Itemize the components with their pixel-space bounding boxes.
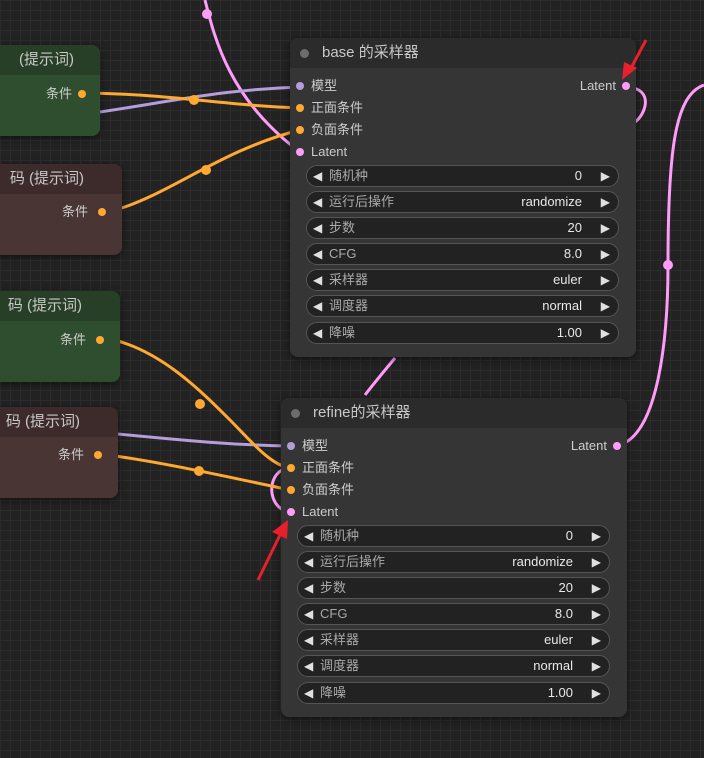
refine-input-positive-dot[interactable] <box>287 464 295 472</box>
decrement-arrow-icon[interactable]: ◀ <box>304 526 313 546</box>
decrement-arrow-icon[interactable]: ◀ <box>304 578 313 598</box>
decrement-arrow-icon[interactable]: ◀ <box>313 218 322 238</box>
latent-wire-top <box>203 0 301 154</box>
left-node-1-output-dot[interactable] <box>78 90 86 98</box>
model-wire-refine <box>117 432 291 448</box>
decrement-arrow-icon[interactable]: ◀ <box>313 296 322 316</box>
base-widget-denoise[interactable]: ◀ 降噪 1.00 ▶ <box>306 322 619 344</box>
increment-arrow-icon[interactable]: ▶ <box>601 296 610 316</box>
refine-input-positive-label: 正面条件 <box>302 460 355 475</box>
increment-arrow-icon[interactable]: ▶ <box>601 192 610 212</box>
base-input-latent-label: Latent <box>311 144 348 159</box>
base-input-negative-label: 负面条件 <box>311 122 364 137</box>
decrement-arrow-icon[interactable]: ◀ <box>304 630 313 650</box>
base-widget-cfg[interactable]: ◀ CFG 8.0 ▶ <box>306 243 619 265</box>
refine-input-latent-label: Latent <box>302 504 339 519</box>
increment-arrow-icon[interactable]: ▶ <box>592 578 601 598</box>
left-node-2[interactable]: 码 (提示词) 条件 <box>0 164 122 255</box>
base-input-model-dot[interactable] <box>296 82 304 90</box>
base-output-latent-label: Latent <box>579 78 616 93</box>
base-input-model-label: 模型 <box>311 78 338 93</box>
decrement-arrow-icon[interactable]: ◀ <box>304 683 313 703</box>
left-node-3-output-label: 条件 <box>59 332 86 347</box>
decrement-arrow-icon[interactable]: ◀ <box>313 192 322 212</box>
refine-input-model-label: 模型 <box>302 438 329 453</box>
refine-output-latent-label: Latent <box>570 438 607 453</box>
base-input-positive-dot[interactable] <box>296 104 304 112</box>
refine-widget-seed[interactable]: ◀ 随机种 0 ▶ <box>297 525 610 547</box>
collapse-dot-icon[interactable] <box>291 409 300 418</box>
refine-widget-cfg[interactable]: ◀ CFG 8.0 ▶ <box>297 603 610 625</box>
increment-arrow-icon[interactable]: ▶ <box>601 218 610 238</box>
refine-input-negative-dot[interactable] <box>287 486 295 494</box>
increment-arrow-icon[interactable]: ▶ <box>592 656 601 676</box>
base-input-positive-label: 正面条件 <box>311 100 364 115</box>
increment-arrow-icon[interactable]: ▶ <box>601 323 610 343</box>
decrement-arrow-icon[interactable]: ◀ <box>304 656 313 676</box>
base-sampler-title: base 的采样器 <box>322 44 419 61</box>
refine-sampler-title: refine的采样器 <box>313 404 411 421</box>
refine-input-model-dot[interactable] <box>287 442 295 450</box>
refine-sampler-node[interactable]: refine的采样器 模型 正面条件 负面条件 Latent Latent ◀ … <box>281 398 627 717</box>
left-node-1[interactable]: (提示词) 条件 <box>0 45 100 136</box>
refine-sampler-header[interactable]: refine的采样器 <box>281 398 627 428</box>
left-node-1-title: (提示词) <box>19 51 74 68</box>
collapse-dot-icon[interactable] <box>300 49 309 58</box>
base-sampler-header[interactable]: base 的采样器 <box>290 38 636 68</box>
refine-output-latent-dot[interactable] <box>613 442 621 450</box>
decrement-arrow-icon[interactable]: ◀ <box>313 270 322 290</box>
base-widget-after-run[interactable]: ◀ 运行后操作 randomize ▶ <box>306 191 619 213</box>
left-node-1-output-label: 条件 <box>45 86 72 101</box>
left-node-2-title: 码 (提示词) <box>9 170 84 187</box>
decrement-arrow-icon[interactable]: ◀ <box>304 552 313 572</box>
increment-arrow-icon[interactable]: ▶ <box>592 604 601 624</box>
base-widget-scheduler[interactable]: ◀ 调度器 normal ▶ <box>306 295 619 317</box>
increment-arrow-icon[interactable]: ▶ <box>592 526 601 546</box>
refine-widget-after-run[interactable]: ◀ 运行后操作 randomize ▶ <box>297 551 610 573</box>
base-output-latent-dot[interactable] <box>622 82 630 90</box>
refine-input-latent-dot[interactable] <box>287 508 295 516</box>
refine-widget-denoise[interactable]: ◀ 降噪 1.00 ▶ <box>297 682 610 704</box>
left-node-4-output-dot[interactable] <box>94 451 102 459</box>
base-input-negative-dot[interactable] <box>296 126 304 134</box>
base-widget-seed[interactable]: ◀ 随机种 0 ▶ <box>306 165 619 187</box>
base-widget-sampler[interactable]: ◀ 采样器 euler ▶ <box>306 269 619 291</box>
base-sampler-node[interactable]: base 的采样器 模型 正面条件 负面条件 Latent Latent ◀ 随… <box>290 38 636 357</box>
refine-widget-sampler[interactable]: ◀ 采样器 euler ▶ <box>297 629 610 651</box>
increment-arrow-icon[interactable]: ▶ <box>601 166 610 186</box>
decrement-arrow-icon[interactable]: ◀ <box>313 166 322 186</box>
left-node-4[interactable]: 码 (提示词) 条件 <box>0 407 118 498</box>
refine-widget-scheduler[interactable]: ◀ 调度器 normal ▶ <box>297 655 610 677</box>
left-node-4-title: 码 (提示词) <box>5 413 80 430</box>
left-node-3-title: 码 (提示词) <box>7 297 82 314</box>
increment-arrow-icon[interactable]: ▶ <box>592 630 601 650</box>
increment-arrow-icon[interactable]: ▶ <box>592 552 601 572</box>
latent-wire-base-refine <box>363 357 397 396</box>
decrement-arrow-icon[interactable]: ◀ <box>304 604 313 624</box>
left-node-2-output-dot[interactable] <box>98 208 106 216</box>
decrement-arrow-icon[interactable]: ◀ <box>313 244 322 264</box>
left-node-3[interactable]: 码 (提示词) 条件 <box>0 291 120 382</box>
base-widget-steps[interactable]: ◀ 步数 20 ▶ <box>306 217 619 239</box>
refine-widget-steps[interactable]: ◀ 步数 20 ▶ <box>297 577 610 599</box>
increment-arrow-icon[interactable]: ▶ <box>601 270 610 290</box>
base-input-latent-dot[interactable] <box>296 148 304 156</box>
left-node-2-output-label: 条件 <box>61 204 88 219</box>
decrement-arrow-icon[interactable]: ◀ <box>313 323 322 343</box>
increment-arrow-icon[interactable]: ▶ <box>592 683 601 703</box>
left-node-4-output-label: 条件 <box>57 447 84 462</box>
increment-arrow-icon[interactable]: ▶ <box>601 244 610 264</box>
left-node-3-output-dot[interactable] <box>96 336 104 344</box>
refine-input-negative-label: 负面条件 <box>302 482 355 497</box>
